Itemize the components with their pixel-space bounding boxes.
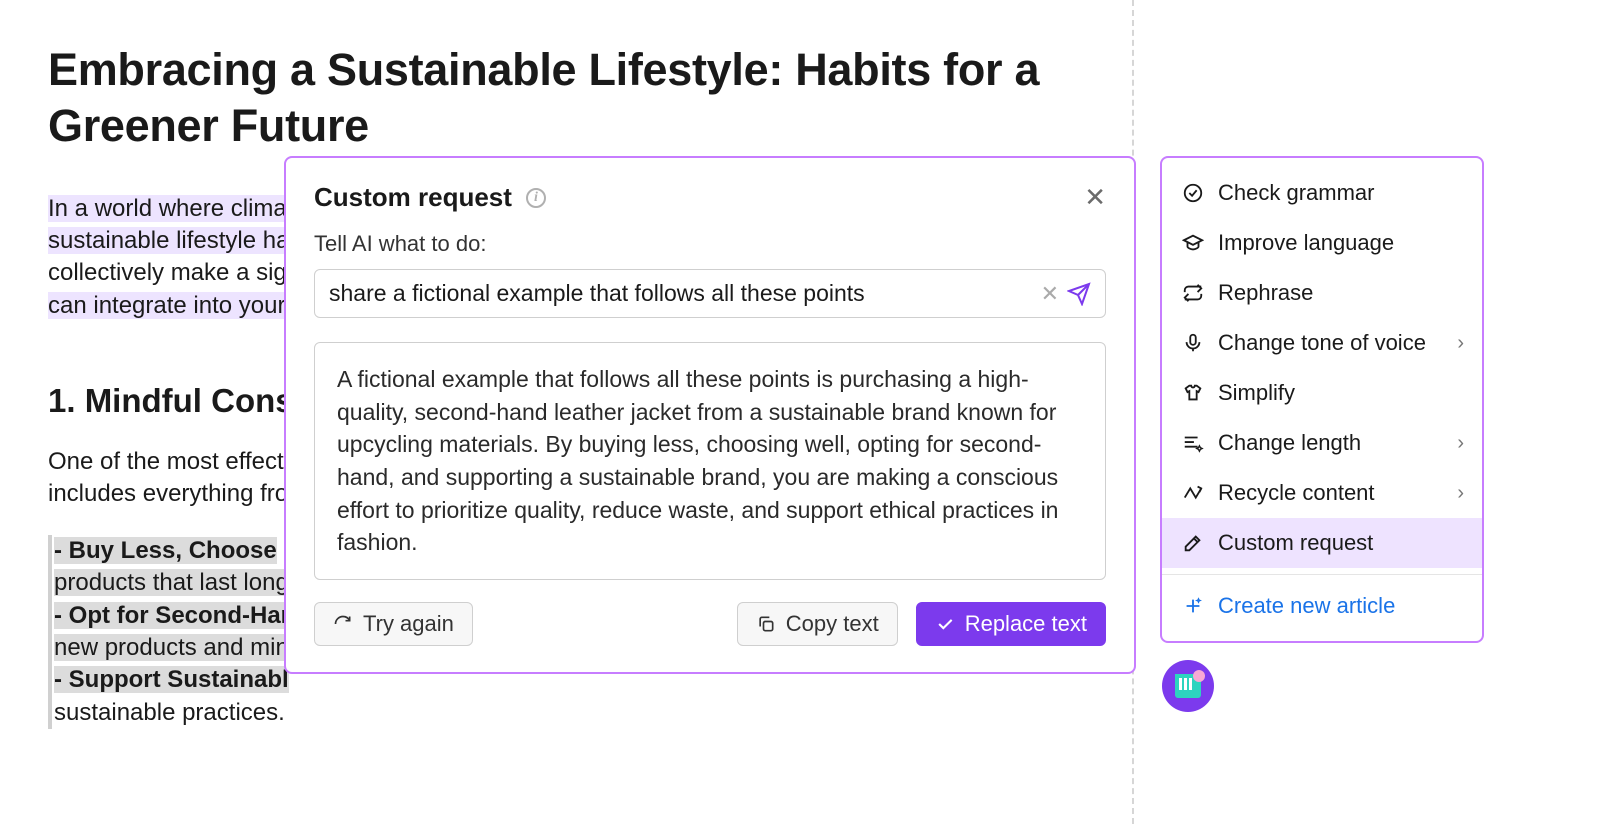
modal-instruction: Tell AI what to do: — [314, 231, 1106, 257]
replace-text-button[interactable]: Replace text — [916, 602, 1106, 646]
plus-sparkle-icon — [1182, 595, 1204, 617]
prompt-input[interactable] — [329, 280, 1033, 307]
modal-title: Custom request i — [314, 182, 546, 213]
microphone-icon — [1182, 332, 1204, 354]
menu-simplify[interactable]: Simplify — [1162, 368, 1482, 418]
menu-custom-request[interactable]: Custom request — [1162, 518, 1482, 568]
menu-item-label: Change tone of voice — [1218, 330, 1426, 356]
info-icon[interactable]: i — [526, 188, 546, 208]
ai-assistant-fab[interactable] — [1162, 660, 1214, 712]
chevron-right-icon: › — [1457, 432, 1464, 455]
refresh-icon — [333, 614, 353, 634]
pencil-icon — [1182, 532, 1204, 554]
menu-item-label: Simplify — [1218, 380, 1295, 406]
menu-check-grammar[interactable]: Check grammar — [1162, 168, 1482, 218]
clear-input-icon[interactable]: ✕ — [1033, 281, 1067, 307]
prompt-input-row: ✕ — [314, 269, 1106, 318]
copy-text-button[interactable]: Copy text — [737, 602, 898, 646]
menu-recycle-content[interactable]: Recycle content › — [1162, 468, 1482, 518]
menu-separator — [1162, 574, 1482, 575]
menu-item-label: Custom request — [1218, 530, 1373, 556]
menu-change-tone[interactable]: Change tone of voice › — [1162, 318, 1482, 368]
chevron-right-icon: › — [1457, 332, 1464, 355]
menu-improve-language[interactable]: Improve language — [1162, 218, 1482, 268]
menu-item-label: Change length — [1218, 430, 1361, 456]
menu-change-length[interactable]: Change length › — [1162, 418, 1482, 468]
chevron-right-icon: › — [1457, 482, 1464, 505]
copy-icon — [756, 614, 776, 634]
ai-result-text: A fictional example that follows all the… — [314, 342, 1106, 580]
lines-sparkle-icon — [1182, 432, 1204, 454]
menu-item-label: Recycle content — [1218, 480, 1375, 506]
arrow-bounce-icon — [1182, 482, 1204, 504]
check-icon — [935, 614, 955, 634]
custom-request-modal: Custom request i ✕ Tell AI what to do: ✕… — [284, 156, 1136, 674]
send-icon[interactable] — [1067, 282, 1091, 306]
close-icon[interactable]: ✕ — [1084, 182, 1106, 213]
menu-item-label: Check grammar — [1218, 180, 1374, 206]
menu-rephrase[interactable]: Rephrase — [1162, 268, 1482, 318]
menu-create-article[interactable]: Create new article — [1162, 581, 1482, 631]
check-circle-icon — [1182, 182, 1204, 204]
try-again-button[interactable]: Try again — [314, 602, 473, 646]
article-title: Embracing a Sustainable Lifestyle: Habit… — [48, 42, 1088, 155]
ai-actions-menu: Check grammar Improve language Rephrase … — [1160, 156, 1484, 643]
menu-item-label: Rephrase — [1218, 280, 1313, 306]
menu-item-label: Improve language — [1218, 230, 1394, 256]
drink-icon — [1175, 674, 1201, 698]
graduation-cap-icon — [1182, 232, 1204, 254]
repeat-icon — [1182, 282, 1204, 304]
tshirt-icon — [1182, 382, 1204, 404]
menu-item-label: Create new article — [1218, 593, 1395, 619]
